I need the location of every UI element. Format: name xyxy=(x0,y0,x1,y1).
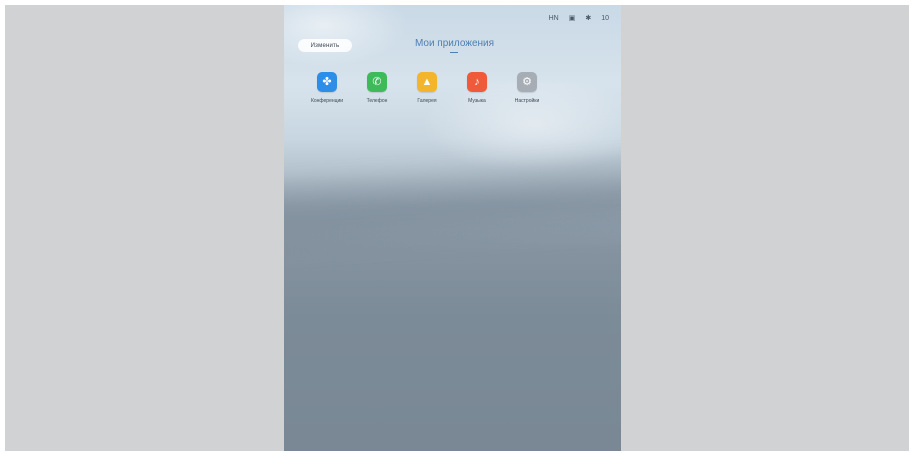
gallery-icon[interactable]: ▲ xyxy=(417,72,437,92)
app-conference[interactable]: ✤ Конференции xyxy=(302,72,352,104)
battery-icon: 10 xyxy=(601,15,609,22)
app-label: Конференции xyxy=(310,98,344,104)
page-title: Мои приложения xyxy=(414,38,495,49)
phone-icon[interactable]: ✆ xyxy=(367,72,387,92)
wallpaper-cloud xyxy=(284,145,621,265)
app-grid: ✤ Конференции ✆ Телефон ▲ Галерея ♪ Музы… xyxy=(302,72,552,104)
app-label: Настройки xyxy=(514,98,540,104)
tablet-screen: HN ▣ ✱ 10 Изменить Мои приложения ✤ Конф… xyxy=(284,5,621,451)
title-indicator xyxy=(450,52,458,53)
app-label: Музыка xyxy=(468,98,486,104)
app-phone[interactable]: ✆ Телефон xyxy=(352,72,402,104)
settings-icon[interactable]: ⚙ xyxy=(517,72,537,92)
network-icon: HN xyxy=(548,15,559,22)
app-label: Галерея xyxy=(417,98,437,104)
bluetooth-icon: ✱ xyxy=(585,15,592,22)
app-gallery[interactable]: ▲ Галерея xyxy=(402,72,452,104)
status-bar: HN ▣ ✱ 10 xyxy=(549,14,609,24)
sim-icon: ▣ xyxy=(568,15,576,22)
app-label: Телефон xyxy=(366,98,388,104)
app-settings[interactable]: ⚙ Настройки xyxy=(502,72,552,104)
conference-icon[interactable]: ✤ xyxy=(317,72,337,92)
music-icon[interactable]: ♪ xyxy=(467,72,487,92)
app-music[interactable]: ♪ Музыка xyxy=(452,72,502,104)
header: Изменить Мои приложения xyxy=(284,35,621,55)
